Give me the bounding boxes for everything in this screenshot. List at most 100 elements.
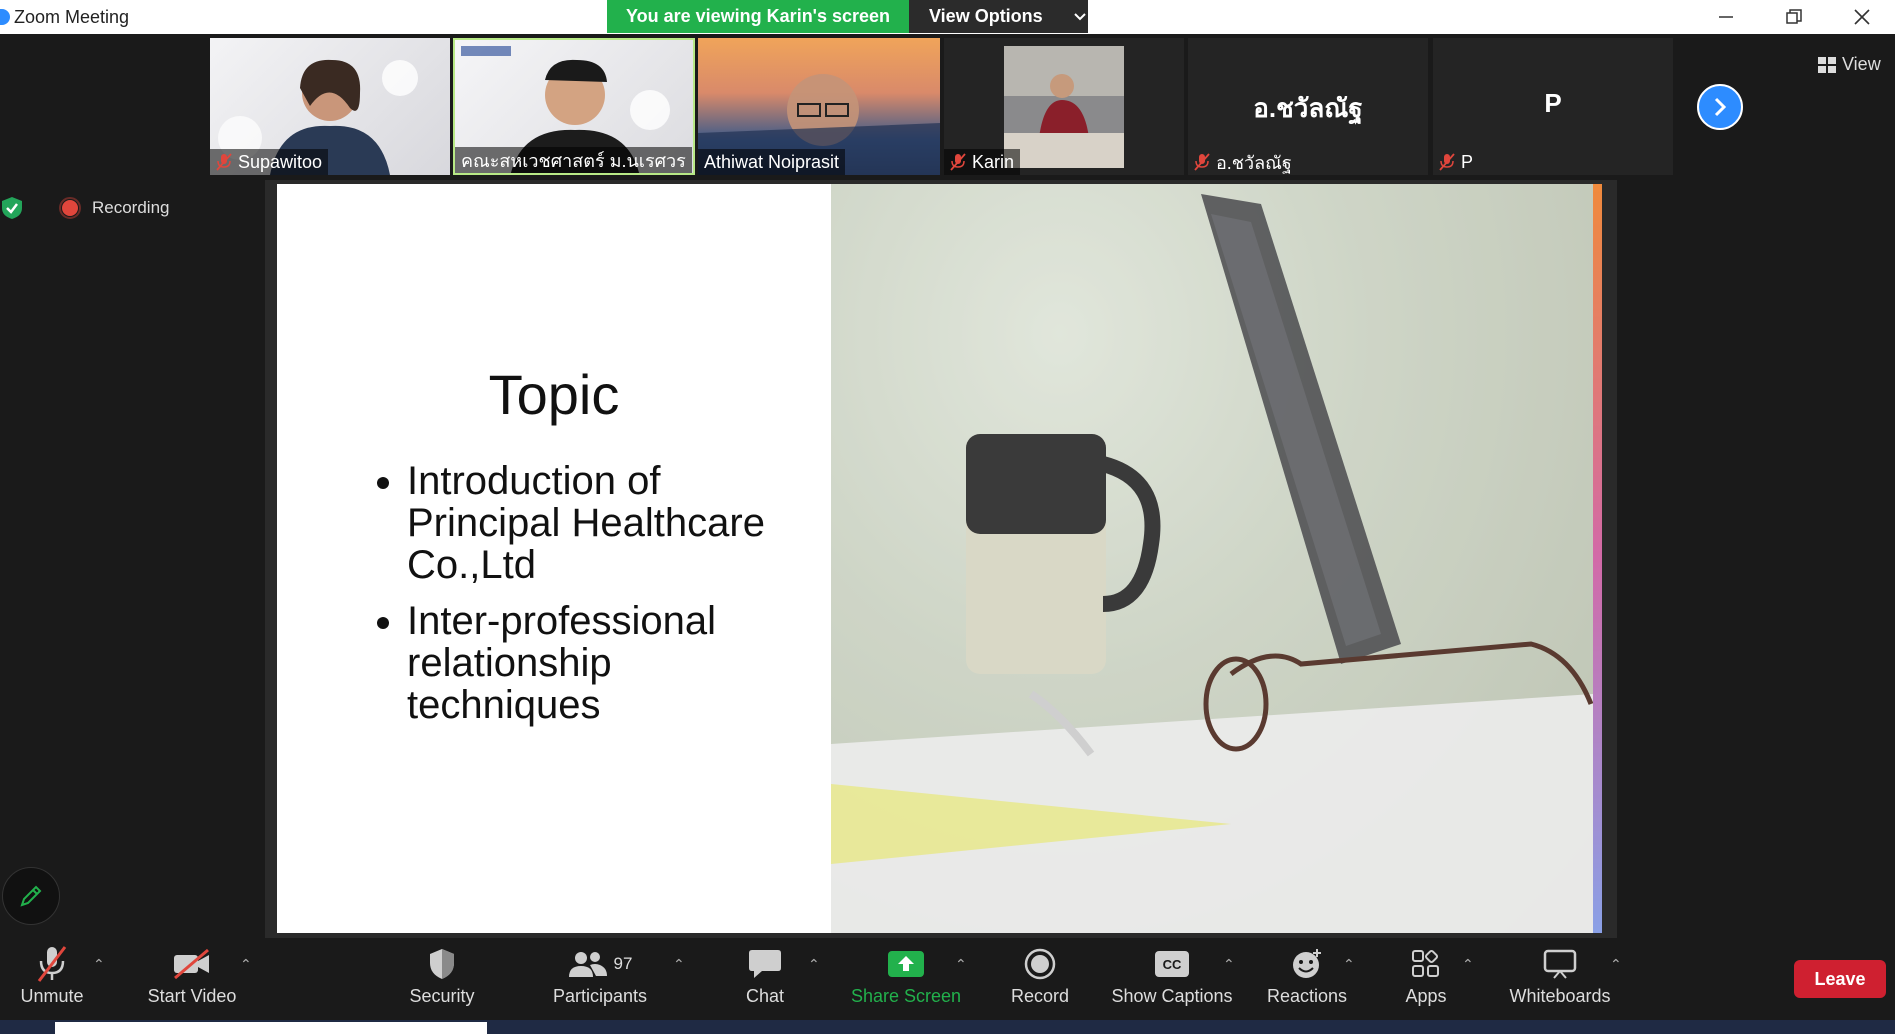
show-captions-label: Show Captions (1111, 986, 1233, 1006)
participant-namebar: Karin (944, 149, 1021, 175)
reactions-label: Reactions (1266, 986, 1348, 1006)
view-options-button[interactable]: View Options (909, 0, 1088, 33)
os-taskbar (0, 1020, 1895, 1034)
video-options-caret[interactable]: ⌃ (240, 956, 252, 973)
minimize-icon (1719, 16, 1733, 18)
view-button[interactable]: View (1818, 54, 1881, 75)
slide-photo (831, 184, 1593, 933)
reactions-icon (1293, 949, 1321, 978)
shield-icon (430, 949, 454, 979)
participants-label: Participants (552, 986, 648, 1006)
apps-options-caret[interactable]: ⌃ (1462, 956, 1474, 973)
participant-display-name: P (1544, 88, 1562, 118)
view-options-label: View Options (929, 6, 1043, 26)
reactions-options-caret[interactable]: ⌃ (1343, 956, 1355, 973)
share-options-caret[interactable]: ⌃ (955, 956, 967, 973)
window-title: Zoom Meeting (14, 7, 130, 27)
zoom-logo-icon (0, 9, 10, 25)
minimize-button[interactable] (1692, 0, 1760, 34)
coffee-laptop-image (831, 184, 1593, 933)
participant-name: อ.ชวัลณัฐ (1216, 152, 1292, 173)
chevron-right-icon (1714, 97, 1727, 117)
slide-bullet: Inter-professional relationship techniqu… (407, 600, 807, 726)
mic-off-icon (216, 153, 232, 171)
participant-tile-karin[interactable]: Karin (944, 38, 1184, 175)
participant-tile-athiwat[interactable]: Athiwat Noiprasit (698, 38, 940, 175)
next-gallery-page-button[interactable] (1697, 84, 1743, 130)
unmute-label: Unmute (20, 986, 84, 1006)
gallery-view-icon (1818, 56, 1836, 73)
restore-icon (1786, 9, 1802, 24)
taskbar-window-preview[interactable] (55, 1022, 487, 1034)
whiteboards-label: Whiteboards (1509, 986, 1611, 1006)
participants-icon (568, 952, 607, 977)
close-icon (1854, 9, 1870, 25)
participant-tile-p[interactable]: P P (1433, 38, 1673, 175)
security-button[interactable]: Security (400, 942, 484, 1020)
chat-label: Chat (745, 986, 785, 1006)
unmute-button[interactable]: Unmute (12, 942, 92, 1020)
video-off-icon (174, 948, 209, 980)
meeting-toolbar: Unmute ⌃ Start Video ⌃ Security 97 Parti… (0, 942, 1895, 1020)
participant-namebar: P (1433, 149, 1479, 175)
pencil-icon (20, 885, 42, 907)
recording-label: Recording (92, 198, 170, 217)
view-label: View (1842, 54, 1881, 74)
whiteboards-button[interactable]: Whiteboards (1502, 942, 1618, 1020)
slide-accent-strip (1593, 184, 1602, 933)
slide-bullet: Introduction of Principal Healthcare Co.… (407, 460, 807, 586)
record-label: Record (1010, 986, 1070, 1006)
participants-button[interactable]: 97 Participants (548, 942, 652, 1020)
security-label: Security (409, 986, 475, 1006)
whiteboard-icon (1543, 949, 1577, 979)
chat-icon (749, 950, 781, 978)
participants-options-caret[interactable]: ⌃ (673, 956, 685, 973)
close-button[interactable] (1828, 0, 1895, 34)
participant-name: Athiwat Noiprasit (704, 151, 840, 172)
whiteboards-options-caret[interactable]: ⌃ (1610, 956, 1622, 973)
participant-namebar: Supawitoo (210, 149, 329, 175)
cc-icon-text: CC (1162, 956, 1182, 972)
audio-options-caret[interactable]: ⌃ (93, 956, 105, 973)
presentation-slide: Topic Introduction of Principal Healthca… (277, 184, 1602, 933)
reactions-button[interactable]: Reactions (1262, 942, 1352, 1020)
participant-tile-supawitoo[interactable]: Supawitoo (210, 38, 450, 175)
chevron-down-icon (1073, 12, 1086, 20)
mic-off-icon (1194, 153, 1210, 171)
participant-name: P (1461, 151, 1474, 172)
captions-options-caret[interactable]: ⌃ (1223, 956, 1235, 973)
participant-namebar: คณะสหเวชศาสตร์ ม.นเรศวร (455, 147, 692, 173)
start-video-button[interactable]: Start Video (140, 942, 244, 1020)
apps-icon (1412, 949, 1439, 977)
participant-tile-active-speaker[interactable]: คณะสหเวชศาสตร์ ม.นเรศวร (453, 38, 695, 175)
viewing-screen-label: You are viewing Karin's screen (607, 0, 909, 33)
share-screen-button[interactable]: Share Screen (846, 942, 966, 1020)
cc-icon: CC (1155, 951, 1189, 977)
restore-button[interactable] (1760, 0, 1828, 34)
shared-screen[interactable]: Topic Introduction of Principal Healthca… (265, 180, 1617, 938)
slide-title: Topic (488, 363, 620, 426)
participant-name: Karin (972, 151, 1015, 172)
recording-dot-icon (59, 197, 81, 219)
participant-namebar: อ.ชวัลณัฐ (1188, 149, 1298, 175)
chat-button[interactable]: Chat (725, 942, 805, 1020)
mic-off-icon (1439, 153, 1455, 171)
shield-check-icon (2, 197, 22, 219)
participant-tile-chawalnat[interactable]: อ.ชวัลณัฐ อ.ชวัลณัฐ (1188, 38, 1428, 175)
apps-label: Apps (1405, 986, 1447, 1006)
title-bar: Zoom Meeting You are viewing Karin's scr… (0, 0, 1895, 34)
share-screen-icon (888, 951, 924, 977)
mic-off-icon (950, 153, 966, 171)
participant-namebar: Athiwat Noiprasit (698, 149, 846, 175)
slide-bullets: Introduction of Principal Healthcare Co.… (377, 460, 807, 740)
leave-button[interactable]: Leave (1794, 960, 1886, 998)
apps-button[interactable]: Apps (1398, 942, 1454, 1020)
show-captions-button[interactable]: CC Show Captions (1108, 942, 1236, 1020)
recording-indicator: Recording (0, 196, 170, 220)
annotate-button[interactable] (2, 867, 60, 925)
record-button[interactable]: Record (1004, 942, 1076, 1020)
chat-options-caret[interactable]: ⌃ (808, 956, 820, 973)
start-video-label: Start Video (147, 986, 237, 1006)
participant-display-name: อ.ชวัลณัฐ (1253, 93, 1363, 123)
participants-count: 97 (613, 954, 633, 973)
